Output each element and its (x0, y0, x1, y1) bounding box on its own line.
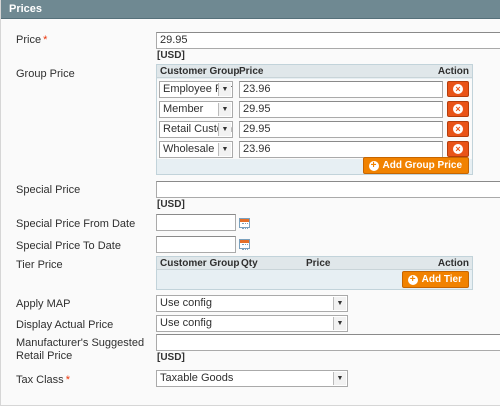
chevron-down-icon: ▼ (218, 83, 231, 96)
group-price-label: Group Price (16, 68, 75, 80)
add-tier-button[interactable]: + Add Tier (401, 271, 469, 288)
calendar-icon[interactable] (239, 239, 250, 250)
group-price-rows: Employee Purch ▼ 23.96 × Member ▼ 29.95 … (157, 79, 472, 159)
tier-price-label: Tier Price (16, 259, 63, 271)
group-price-row: Retail Customer ▼ 29.95 × (157, 119, 472, 139)
customer-group-select[interactable]: Retail Customer ▼ (159, 121, 233, 138)
delete-icon: × (453, 144, 463, 154)
special-price-currency: [USD] (157, 199, 185, 210)
col-price: Price (239, 66, 264, 77)
tax-class-label-text: Tax Class (16, 374, 64, 386)
tax-class-select[interactable]: Taxable Goods ▼ (156, 370, 348, 387)
delete-icon: × (453, 84, 463, 94)
apply-map-label: Apply MAP (16, 298, 71, 310)
price-currency: [USD] (157, 50, 185, 61)
msrp-input[interactable] (156, 334, 500, 351)
group-price-input[interactable]: 29.95 (239, 121, 443, 138)
col-action: Action (437, 66, 469, 77)
col-action: Action (437, 258, 469, 269)
col-customer-group: Customer Group (160, 258, 240, 269)
group-price-header: Customer Group Price Action (157, 65, 472, 78)
price-input[interactable]: 29.95 (156, 32, 500, 49)
tier-price-header: Customer Group Qty Price Action (157, 257, 472, 270)
delete-row-button[interactable]: × (447, 121, 469, 137)
delete-icon: × (453, 104, 463, 114)
delete-row-button[interactable]: × (447, 81, 469, 97)
delete-row-button[interactable]: × (447, 141, 469, 157)
required-marker: * (43, 34, 48, 46)
chevron-down-icon: ▼ (218, 103, 231, 116)
price-label-text: Price (16, 34, 42, 46)
tier-price-grid: Customer Group Qty Price Action + Add Tie… (156, 256, 473, 290)
special-from-input[interactable] (156, 214, 236, 231)
plus-icon: + (407, 275, 418, 285)
group-price-row: Employee Purch ▼ 23.96 × (157, 79, 472, 99)
tax-class-label: Tax Class * (16, 374, 70, 387)
chevron-down-icon: ▼ (333, 372, 346, 385)
special-from-label: Special Price From Date (16, 218, 136, 230)
chevron-down-icon: ▼ (218, 143, 231, 156)
special-price-label: Special Price (16, 184, 81, 196)
group-price-input[interactable]: 29.95 (239, 101, 443, 118)
customer-group-select[interactable]: Member ▼ (159, 101, 233, 118)
special-price-input[interactable] (156, 181, 500, 198)
group-price-input[interactable]: 23.96 (239, 141, 443, 158)
add-group-price-button[interactable]: + Add Group Price (362, 157, 469, 174)
calendar-icon[interactable] (239, 218, 250, 229)
group-price-row: Member ▼ 29.95 × (157, 99, 472, 119)
plus-icon: + (368, 161, 379, 171)
add-group-price-label: Add Group Price (382, 160, 462, 171)
chevron-down-icon: ▼ (333, 317, 346, 330)
msrp-currency: [USD] (157, 352, 185, 363)
delete-icon: × (453, 124, 463, 134)
chevron-down-icon: ▼ (218, 123, 231, 136)
customer-group-select[interactable]: Employee Purch ▼ (159, 81, 233, 98)
display-actual-select[interactable]: Use config ▼ (156, 315, 348, 332)
panel-title: Prices (1, 0, 500, 19)
special-to-input[interactable] (156, 236, 236, 253)
customer-group-value: Wholesale (163, 143, 215, 155)
customer-group-select[interactable]: Wholesale ▼ (159, 141, 233, 158)
col-qty: Qty (241, 258, 258, 269)
col-price: Price (306, 258, 331, 269)
tax-class-value: Taxable Goods (160, 372, 234, 384)
apply-map-select[interactable]: Use config ▼ (156, 295, 348, 312)
msrp-label: Manufacturer's Suggested Retail Price (16, 337, 145, 362)
group-price-row: Wholesale ▼ 23.96 × (157, 139, 472, 159)
price-label: Price * (16, 34, 47, 47)
prices-panel: Prices Price * 29.95 [USD] Group Price Cu… (0, 0, 500, 406)
apply-map-value: Use config (160, 297, 212, 309)
display-actual-label: Display Actual Price (16, 319, 114, 331)
group-price-input[interactable]: 23.96 (239, 81, 443, 98)
col-customer-group: Customer Group (160, 66, 240, 77)
display-actual-value: Use config (160, 317, 212, 329)
add-tier-label: Add Tier (421, 274, 462, 285)
chevron-down-icon: ▼ (333, 297, 346, 310)
special-to-label: Special Price To Date (16, 240, 121, 252)
customer-group-value: Member (163, 103, 204, 115)
group-price-grid: Customer Group Price Action Employee Pur… (156, 64, 473, 175)
delete-row-button[interactable]: × (447, 101, 469, 117)
required-marker: * (65, 374, 70, 386)
